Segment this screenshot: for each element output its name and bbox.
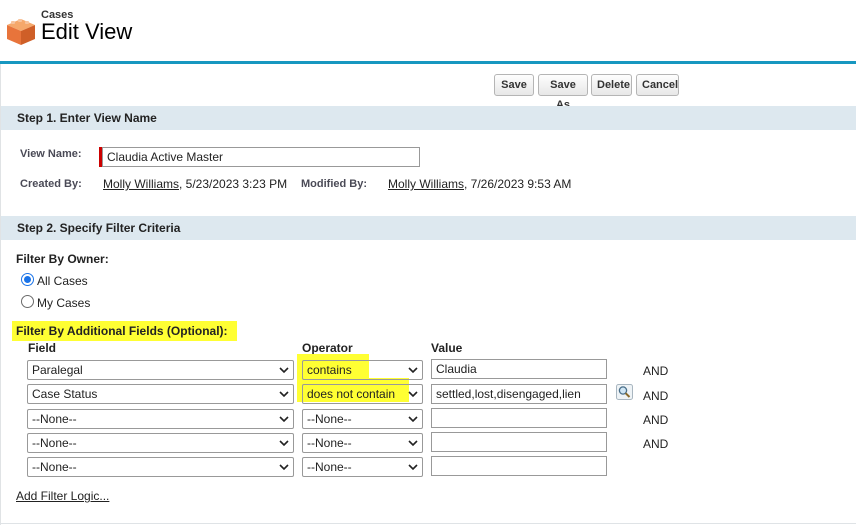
modified-by-info: Molly Williams, 7/26/2023 9:53 AM [388,177,571,191]
operator-select-value: contains [307,363,352,377]
operator-select-value: does not contain [307,387,396,401]
value-input[interactable] [431,408,607,428]
step2-section-header: Step 2. Specify Filter Criteria [1,216,856,240]
all-cases-radio[interactable] [21,273,34,286]
my-cases-radio[interactable] [21,295,34,308]
save-button[interactable]: Save [494,74,534,96]
modified-by-label: Modified By: [301,178,367,190]
page-header: Cases Edit View [0,0,856,64]
and-label: AND [643,413,669,427]
edit-view-panel [0,64,856,525]
footer-divider [0,523,856,524]
chevron-down-icon [408,391,418,398]
chevron-down-icon [279,391,289,398]
and-label: AND [643,389,669,403]
step2-title: Step 2. Specify Filter Criteria [17,221,181,235]
add-filter-logic-link[interactable]: Add Filter Logic... [16,489,109,503]
chevron-down-icon [408,464,418,471]
operator-select[interactable]: --None-- [302,433,423,453]
chevron-down-icon [279,416,289,423]
field-select[interactable]: Case Status [27,384,294,404]
field-select[interactable]: --None-- [27,457,294,477]
field-select-value: --None-- [32,460,77,474]
created-by-label: Created By: [20,178,82,190]
created-by-info: Molly Williams, 5/23/2023 3:23 PM [103,177,287,191]
operator-select[interactable]: --None-- [302,409,423,429]
case-box-icon [7,19,35,45]
value-input[interactable] [431,432,607,452]
additional-fields-label: Filter By Additional Fields (Optional): [16,324,228,338]
field-select-value: --None-- [32,412,77,426]
operator-select[interactable]: does not contain [302,384,423,404]
page-title: Edit View [41,19,133,44]
field-select-value: Paralegal [32,363,83,377]
step1-section-header: Step 1. Enter View Name [1,106,856,130]
field-select-value: --None-- [32,436,77,450]
created-by-user-link[interactable]: Molly Williams [103,177,179,191]
created-by-date: , 5/23/2023 3:23 PM [179,177,288,191]
modified-by-user-link[interactable]: Molly Williams [388,177,464,191]
chevron-down-icon [279,440,289,447]
value-column-header: Value [431,341,463,355]
magnifier-lookup-icon[interactable] [616,384,633,400]
chevron-down-icon [279,367,289,374]
step1-title: Step 1. Enter View Name [17,111,157,125]
chevron-down-icon [408,367,418,374]
chevron-down-icon [279,464,289,471]
and-label: AND [643,364,669,378]
cancel-button[interactable]: Cancel [636,74,679,96]
field-column-header: Field [28,341,57,355]
field-select-value: Case Status [32,387,98,401]
filter-owner-label: Filter By Owner: [16,252,109,266]
chevron-down-icon [408,440,418,447]
field-select[interactable]: Paralegal [27,360,294,380]
operator-column-header: Operator [302,341,353,355]
value-input[interactable]: settled,lost,disengaged,lien [431,384,607,404]
all-cases-label: All Cases [37,274,88,288]
field-select[interactable]: --None-- [27,433,294,453]
operator-select[interactable]: --None-- [302,457,423,477]
operator-select-value: --None-- [307,460,352,474]
save-as-button[interactable]: Save As [538,74,588,111]
view-name-label: View Name: [20,148,82,160]
view-name-input[interactable]: Claudia Active Master [102,147,420,167]
value-input[interactable]: Claudia [431,359,607,379]
operator-select-value: --None-- [307,412,352,426]
operator-select-value: --None-- [307,436,352,450]
modified-by-date: , 7/26/2023 9:53 AM [464,177,572,191]
field-select[interactable]: --None-- [27,409,294,429]
and-label: AND [643,437,669,451]
my-cases-label: My Cases [37,296,91,310]
chevron-down-icon [408,416,418,423]
delete-button[interactable]: Delete [591,74,632,96]
operator-select[interactable]: contains [302,360,423,380]
value-input[interactable] [431,456,607,476]
